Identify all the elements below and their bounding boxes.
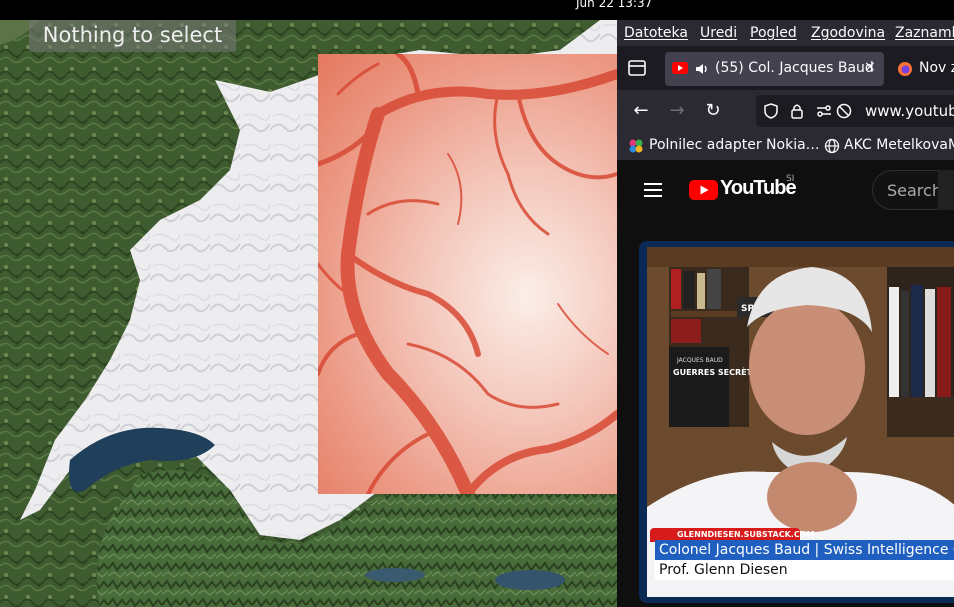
menu-view[interactable]: Pogled	[750, 25, 797, 41]
tab-title: Nov z	[919, 60, 954, 76]
url-text: www.youtube	[865, 102, 954, 120]
selection-tooltip: Nothing to select	[29, 20, 236, 52]
hamburger-menu-icon[interactable]	[644, 183, 662, 197]
reload-icon[interactable]: ↻	[703, 101, 723, 121]
navigation-toolbar: ← → ↻ www.youtube	[617, 90, 954, 132]
youtube-page: YouTube SI Search JACQUES BAUD GUERRES S…	[617, 160, 954, 607]
tab-list-icon[interactable]	[627, 59, 647, 77]
blood-vessel-pattern	[318, 54, 617, 494]
map-viewer[interactable]: Nothing to select	[0, 20, 617, 607]
bookmark-item[interactable]: AKC MetelkovaM	[844, 137, 954, 153]
speaker-icon[interactable]	[695, 62, 709, 76]
video-player[interactable]: JACQUES BAUD GUERRES SECRÈTES EN UKRAINE…	[639, 241, 954, 603]
youtube-logo-icon[interactable]	[689, 180, 718, 200]
bookmark-item[interactable]: Polnilec adapter Nokia…	[649, 137, 820, 153]
book-author: JACQUES BAUD	[676, 357, 723, 364]
bookmarks-toolbar: Polnilec adapter Nokia… AKC MetelkovaM	[617, 132, 954, 160]
video-title-banner: Colonel Jacques Baud | Swiss Intelligenc…	[655, 540, 954, 560]
back-arrow-icon[interactable]: ←	[631, 101, 651, 121]
menu-file[interactable]: Datoteka	[624, 25, 688, 41]
menu-edit[interactable]: Uredi	[700, 25, 737, 41]
overlay-image[interactable]	[318, 54, 617, 494]
lock-icon[interactable]	[790, 103, 804, 119]
region-code: SI	[786, 174, 795, 184]
tab-title: (55) Col. Jacques Baud	[715, 60, 874, 76]
autoplay-blocked-icon[interactable]	[836, 103, 852, 119]
tab-youtube[interactable]: (55) Col. Jacques Baud ×	[665, 52, 884, 86]
youtube-favicon-icon	[672, 62, 688, 74]
permissions-icon[interactable]	[816, 105, 832, 117]
forward-arrow-icon[interactable]: →	[667, 101, 687, 121]
clock[interactable]: Jun 22 13:37	[576, 0, 652, 10]
search-placeholder: Search	[887, 181, 942, 200]
system-top-bar: Jun 22 13:37	[0, 0, 954, 20]
menu-bookmarks[interactable]: Zaznamki	[895, 25, 954, 41]
browser-menu-bar: Datoteka Uredi Pogled Zgodovina Zaznamki	[617, 20, 954, 46]
globe-icon	[824, 138, 840, 154]
tab-bar: (55) Col. Jacques Baud × Nov z	[617, 46, 954, 90]
tab-new[interactable]: Nov z	[897, 52, 954, 86]
host-name-banner: Prof. Glenn Diesen	[655, 560, 954, 580]
search-button[interactable]	[938, 170, 954, 210]
youtube-logo-text[interactable]: YouTube	[720, 177, 797, 200]
firefox-icon	[898, 62, 912, 76]
bookmark-favicon-icon	[629, 139, 643, 153]
menu-history[interactable]: Zgodovina	[811, 25, 885, 41]
shield-icon[interactable]	[764, 103, 778, 119]
browser-window[interactable]: Datoteka Uredi Pogled Zgodovina Zaznamki…	[617, 20, 954, 607]
tab-close-icon[interactable]: ×	[864, 59, 876, 75]
address-bar[interactable]: www.youtube	[756, 95, 954, 127]
